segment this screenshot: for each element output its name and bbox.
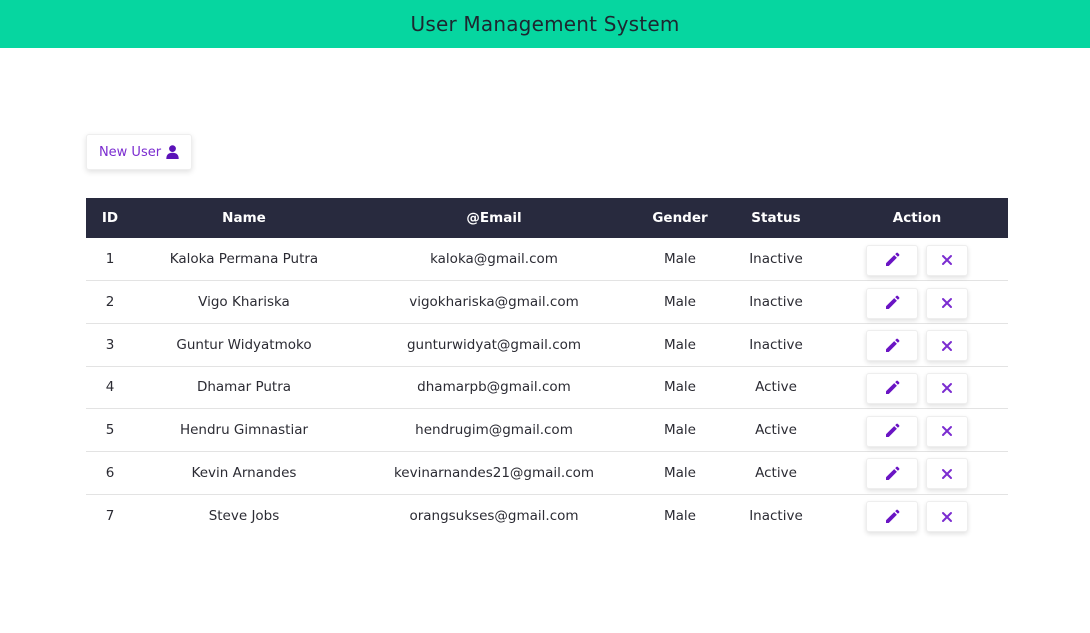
cell-status: Active (755, 422, 797, 439)
edit-user-button[interactable] (866, 287, 918, 319)
cell-status: Active (755, 379, 797, 396)
pencil-icon (884, 509, 900, 525)
cell-actions (826, 494, 1008, 537)
delete-user-button[interactable] (926, 287, 968, 319)
delete-user-button[interactable] (926, 415, 968, 447)
pencil-icon (884, 423, 900, 439)
cell-id: 5 (105, 422, 115, 439)
edit-user-button[interactable] (866, 458, 918, 490)
row-actions (826, 415, 1008, 447)
cell-name: Dhamar Putra (196, 379, 292, 396)
cell-id: 2 (105, 294, 115, 311)
pencil-icon (884, 252, 900, 268)
cell-status: Active (755, 464, 797, 481)
column-header-status[interactable]: Status (726, 198, 826, 238)
close-icon (941, 468, 953, 480)
user-icon (166, 145, 179, 159)
edit-user-button[interactable] (866, 372, 918, 404)
cell-actions (826, 238, 1008, 281)
new-user-label: New User (98, 144, 162, 160)
table-header-row: ID Name @Email Gender Status Action (86, 198, 1008, 238)
cell-name: Kevin Arnandes (191, 464, 297, 481)
cell-actions (826, 409, 1008, 452)
cell-id: 4 (105, 379, 115, 396)
cell-gender: Male (664, 294, 696, 311)
close-icon (941, 425, 953, 437)
app-header: User Management System (0, 0, 1090, 48)
delete-user-button[interactable] (926, 330, 968, 362)
close-icon (941, 340, 953, 352)
cell-name: Kaloka Permana Putra (169, 251, 319, 268)
cell-email: kaloka@gmail.com (430, 251, 558, 268)
edit-user-button[interactable] (866, 244, 918, 276)
delete-user-button[interactable] (926, 372, 968, 404)
cell-id: 1 (105, 251, 115, 268)
cell-email: orangsukses@gmail.com (409, 507, 579, 524)
cell-id: 7 (105, 507, 115, 524)
delete-user-button[interactable] (926, 458, 968, 490)
row-actions (826, 330, 1008, 362)
column-header-id[interactable]: ID (86, 198, 134, 238)
cell-actions (826, 451, 1008, 494)
cell-name: Vigo Khariska (198, 294, 290, 311)
column-header-email[interactable]: @Email (354, 198, 634, 238)
cell-gender: Male (664, 464, 696, 481)
cell-email: gunturwidyat@gmail.com (406, 336, 582, 353)
edit-user-button[interactable] (866, 501, 918, 533)
table-row: 6 Kevin Arnandes kevinarnandes21@gmail.com… (86, 451, 1008, 495)
cell-name: Hendru Gimnastiar (179, 422, 309, 439)
column-header-action: Action (892, 210, 942, 226)
cell-status: Inactive (749, 336, 803, 353)
column-header-gender[interactable]: Gender (634, 198, 726, 238)
edit-user-button[interactable] (866, 330, 918, 362)
cell-gender: Male (664, 507, 696, 524)
cell-actions (826, 323, 1008, 366)
table-row: 1 Kaloka Permana Putra kaloka@gmail.com Mal… (86, 238, 1008, 281)
close-icon (941, 382, 953, 394)
cell-id: 3 (105, 336, 115, 353)
cell-actions (826, 366, 1008, 409)
table-body: 1 Kaloka Permana Putra kaloka@gmail.com Mal… (86, 238, 1008, 537)
delete-user-button[interactable] (926, 244, 968, 276)
cell-status: Inactive (749, 251, 803, 268)
edit-user-button[interactable] (866, 415, 918, 447)
table-row: 3 Guntur Widyatmoko gunturwidyat@gmail.com… (86, 323, 1008, 367)
cell-status: Inactive (749, 507, 803, 524)
table-row: 7 Steve Jobs orangsukses@gmail.com Male Inac… (86, 494, 1008, 537)
cell-email: dhamarpb@gmail.com (417, 379, 571, 396)
column-header-name[interactable]: Name (134, 198, 354, 238)
cell-email: vigokhariska@gmail.com (409, 294, 579, 311)
pencil-icon (884, 466, 900, 482)
table-row: 2 Vigo Khariska vigokhariska@gmail.com Male… (86, 281, 1008, 324)
table-row: 4 Dhamar Putra dhamarpb@gmail.com Male Activ… (86, 366, 1008, 409)
pencil-icon (884, 295, 900, 311)
row-actions (826, 244, 1008, 276)
page-title: User Management System (410, 12, 680, 36)
cell-gender: Male (664, 251, 696, 268)
users-table: ID Name @Email Gender Status Action 1 Kal… (86, 198, 1008, 537)
cell-actions (826, 281, 1008, 324)
row-actions (826, 287, 1008, 319)
table-row: 5 Hendru Gimnastiar hendrugim@gmail.com Mal… (86, 409, 1008, 452)
close-icon (941, 297, 953, 309)
close-icon (941, 511, 953, 523)
cell-email: kevinarnandes21@gmail.com (393, 464, 595, 481)
row-actions (826, 501, 1008, 533)
cell-name: Guntur Widyatmoko (176, 336, 312, 353)
cell-name: Steve Jobs (208, 507, 280, 524)
delete-user-button[interactable] (926, 501, 968, 533)
cell-gender: Male (664, 336, 696, 353)
row-actions (826, 372, 1008, 404)
new-user-button[interactable]: New User (86, 134, 192, 170)
pencil-icon (884, 338, 900, 354)
cell-gender: Male (664, 422, 696, 439)
cell-email: hendrugim@gmail.com (415, 422, 573, 439)
cell-gender: Male (664, 379, 696, 396)
row-actions (826, 458, 1008, 490)
close-icon (941, 254, 953, 266)
pencil-icon (884, 380, 900, 396)
cell-id: 6 (105, 464, 115, 481)
cell-status: Inactive (749, 294, 803, 311)
